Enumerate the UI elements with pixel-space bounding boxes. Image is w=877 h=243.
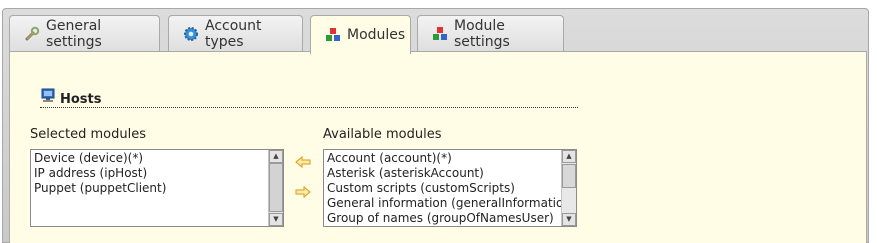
modules-icon xyxy=(325,27,341,43)
tab-label: Account types xyxy=(205,18,262,50)
list-item[interactable]: General information (generalInformation) xyxy=(327,196,576,211)
scroll-down-icon[interactable]: ▼ xyxy=(269,213,283,226)
tab-label: Modules xyxy=(347,27,406,43)
scroll-up-icon[interactable]: ▲ xyxy=(269,150,283,163)
list-item[interactable]: Device (device)(*) xyxy=(34,151,280,166)
list-item[interactable]: Puppet (puppetClient) xyxy=(34,181,280,196)
computer-icon xyxy=(40,88,56,104)
tab-general-settings[interactable]: General settings xyxy=(9,15,160,52)
tab-label: Module settings xyxy=(454,18,510,50)
tab-account-types[interactable]: Account types xyxy=(168,15,303,52)
section-title: Hosts xyxy=(40,88,578,108)
list-item[interactable]: Custom scripts (customScripts) xyxy=(327,181,573,196)
move-left-button[interactable] xyxy=(294,154,312,170)
scrollbar-track xyxy=(269,163,283,212)
scrollbar[interactable]: ▲ ▼ xyxy=(268,150,283,226)
available-modules-list[interactable]: Account (account)(*) Asterisk (asteriskA… xyxy=(323,149,577,227)
available-modules-label: Available modules xyxy=(323,127,442,142)
gear-icon xyxy=(183,26,199,42)
scroll-down-icon[interactable]: ▼ xyxy=(562,213,576,226)
scrollbar-thumb[interactable] xyxy=(562,164,576,188)
list-item[interactable]: IP address (ipHost) xyxy=(34,166,280,181)
modules-icon xyxy=(432,26,448,42)
scrollbar[interactable]: ▲ ▼ xyxy=(561,150,576,226)
list-item[interactable]: Account (account)(*) xyxy=(327,151,573,166)
arrow-left-icon xyxy=(295,156,311,168)
wrench-icon xyxy=(24,26,40,42)
list-item[interactable]: Group of names (groupOfNamesUser) xyxy=(327,211,573,226)
arrow-right-icon xyxy=(295,186,311,198)
tab-module-settings[interactable]: Module settings xyxy=(417,15,564,52)
selected-modules-label: Selected modules xyxy=(30,127,146,142)
selected-modules-list[interactable]: Device (device)(*) IP address (ipHost) P… xyxy=(30,149,284,227)
section-title-text: Hosts xyxy=(60,92,102,107)
tab-modules[interactable]: Modules xyxy=(310,15,411,54)
move-right-button[interactable] xyxy=(294,184,312,200)
tab-label: General settings xyxy=(46,18,102,50)
scroll-up-icon[interactable]: ▲ xyxy=(562,150,576,163)
list-item[interactable]: Asterisk (asteriskAccount) xyxy=(327,166,573,181)
